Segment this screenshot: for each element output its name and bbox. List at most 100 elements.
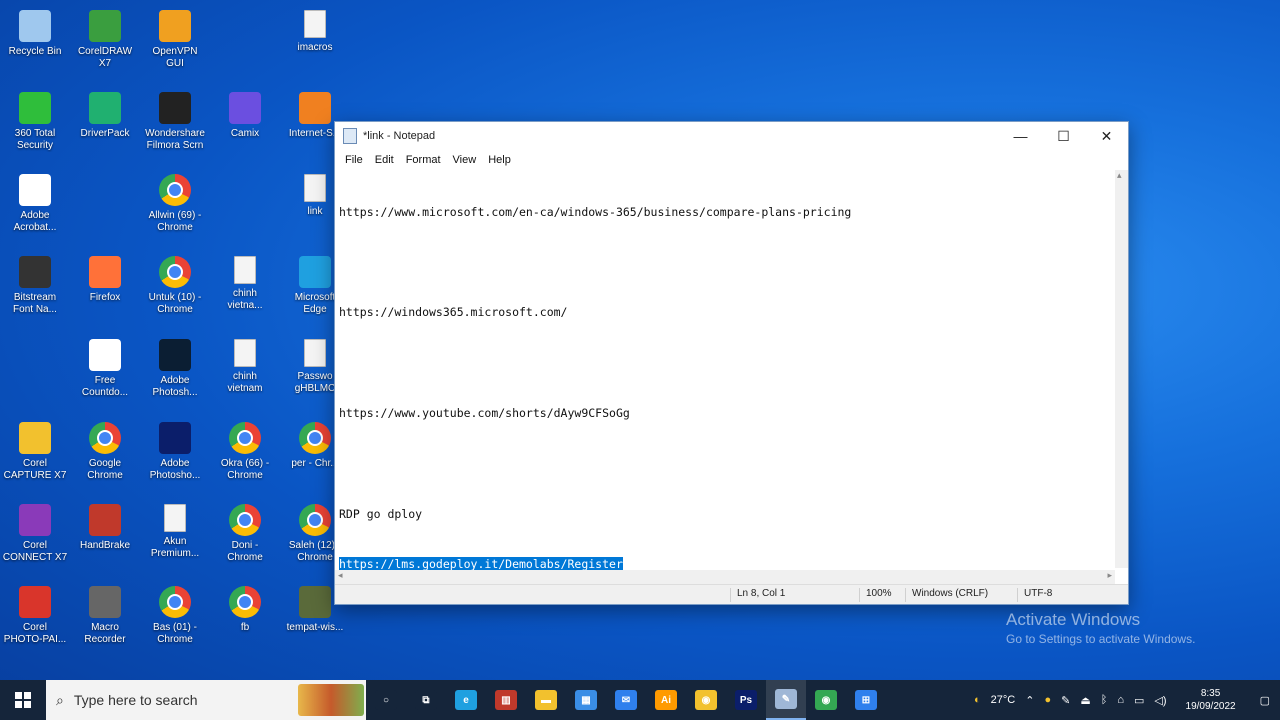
- weather-icon[interactable]: ◐: [969, 694, 986, 706]
- pen-icon[interactable]: ✎: [1056, 694, 1075, 707]
- zoom-level: 100%: [859, 588, 892, 602]
- taskbar-task-view-button[interactable]: ○: [366, 680, 406, 720]
- desktop-icon[interactable]: Akun Premium...: [140, 500, 210, 580]
- document-icon: [304, 174, 326, 202]
- usb-icon[interactable]: ⏏: [1075, 694, 1095, 707]
- desktop-icon[interactable]: Free Countdo...: [70, 335, 140, 415]
- image-icon: [299, 586, 331, 618]
- desktop-icon[interactable]: Bas (01) - Chrome: [140, 582, 210, 662]
- photoshop-icon: [159, 339, 191, 371]
- photoshop-icon: Ps: [735, 690, 757, 710]
- corel-connect-icon: [19, 504, 51, 536]
- desktop-icon[interactable]: Bitstream Font Na...: [0, 252, 70, 332]
- start-button[interactable]: [0, 680, 46, 720]
- desktop-icon[interactable]: Macro Recorder: [70, 582, 140, 662]
- desktop-icon[interactable]: Corel PHOTO-PAI...: [0, 582, 70, 662]
- desktop-icon[interactable]: Okra (66) - Chrome: [210, 418, 280, 498]
- weather-temp[interactable]: 27°C: [986, 694, 1021, 706]
- watermark-subtitle: Go to Settings to activate Windows.: [1006, 632, 1196, 646]
- menu-format[interactable]: Format: [400, 154, 447, 166]
- document-icon: [304, 339, 326, 367]
- search-box[interactable]: ⌕ Type here to search: [46, 680, 366, 720]
- taskbar-network-app-button[interactable]: ⊞: [846, 680, 886, 720]
- desktop-icon[interactable]: chinh vietna...: [210, 252, 280, 332]
- menu-view[interactable]: View: [447, 154, 483, 166]
- taskbar-store-button[interactable]: ▦: [566, 680, 606, 720]
- taskbar-chrome-button[interactable]: ◉: [686, 680, 726, 720]
- close-button[interactable]: ✕: [1085, 122, 1128, 150]
- chrome-icon-2: ◉: [815, 690, 837, 710]
- taskbar-file-explorer-button[interactable]: ▬: [526, 680, 566, 720]
- chevron-up-icon[interactable]: ⌃: [1020, 694, 1039, 707]
- desktop-icon[interactable]: Camix: [210, 88, 280, 168]
- desktop-icon[interactable]: chinh vietnam: [210, 335, 280, 415]
- desktop-icon-label: Google Chrome: [87, 458, 123, 481]
- desktop-icon-label: Adobe Acrobat...: [13, 210, 57, 233]
- desktop-icon[interactable]: Allwin (69) - Chrome: [140, 170, 210, 250]
- vertical-scrollbar[interactable]: [1115, 170, 1128, 568]
- desktop-icon[interactable]: Wondershare Filmora Scrn: [140, 88, 210, 168]
- minimize-button[interactable]: —: [999, 122, 1042, 150]
- driverpack-icon: [89, 92, 121, 124]
- battery-icon[interactable]: ▭: [1129, 694, 1149, 707]
- desktop-icon[interactable]: Corel CAPTURE X7: [0, 418, 70, 498]
- notification-icon[interactable]: ▢: [1250, 694, 1280, 707]
- desktop-icon[interactable]: Google Chrome: [70, 418, 140, 498]
- text-line: https://windows365.microsoft.com/: [339, 305, 568, 320]
- desktop-icon[interactable]: Corel CONNECT X7: [0, 500, 70, 580]
- notepad-window[interactable]: *link - Notepad — ☐ ✕ File Edit Format V…: [334, 121, 1129, 605]
- desktop-icon[interactable]: Untuk (10) - Chrome: [140, 252, 210, 332]
- maximize-button[interactable]: ☐: [1042, 122, 1085, 150]
- taskbar-photoshop-button[interactable]: Ps: [726, 680, 766, 720]
- desktop-icon-label: Corel CAPTURE X7: [3, 458, 67, 481]
- text-editor[interactable]: https://www.microsoft.com/en-ca/windows-…: [335, 170, 1115, 572]
- horizontal-scrollbar[interactable]: [335, 570, 1115, 584]
- volume-icon[interactable]: ◁): [1149, 694, 1171, 707]
- document-icon: [304, 10, 326, 38]
- chrome-icon: [89, 422, 121, 454]
- network-icon[interactable]: ⌂: [1112, 694, 1129, 706]
- taskbar-app-red-button[interactable]: ▥: [486, 680, 526, 720]
- desktop-icon[interactable]: Adobe Photosho...: [140, 418, 210, 498]
- desktop-icon[interactable]: DriverPack: [70, 88, 140, 168]
- line-ending: Windows (CRLF): [905, 588, 988, 602]
- taskbar-mail-button[interactable]: ✉: [606, 680, 646, 720]
- desktop-icon[interactable]: Firefox: [70, 252, 140, 332]
- desktop-icon[interactable]: HandBrake: [70, 500, 140, 580]
- desktop-icon[interactable]: fb: [210, 582, 280, 662]
- desktop-icon-label: Allwin (69) - Chrome: [148, 210, 202, 233]
- clock[interactable]: 8:35 19/09/2022: [1172, 687, 1250, 713]
- desktop-icon[interactable]: 360 Total Security: [0, 88, 70, 168]
- tray-app-icon[interactable]: ●: [1039, 694, 1056, 706]
- menu-edit[interactable]: Edit: [369, 154, 400, 166]
- desktop-icon[interactable]: Adobe Acrobat...: [0, 170, 70, 250]
- desktop-icon[interactable]: Recycle Bin: [0, 6, 70, 86]
- openvpn-icon: [159, 10, 191, 42]
- desktop-icon-label: Corel PHOTO-PAI...: [3, 622, 67, 645]
- menu-file[interactable]: File: [339, 154, 369, 166]
- desktop-icon[interactable]: Adobe Photosh...: [140, 335, 210, 415]
- menu-help[interactable]: Help: [482, 154, 517, 166]
- desktop-icon-label: Doni - Chrome: [227, 540, 263, 563]
- chrome-icon: [229, 422, 261, 454]
- bluetooth-icon[interactable]: ᛒ: [1096, 694, 1113, 706]
- taskbar-timeline-button[interactable]: ⧉: [406, 680, 446, 720]
- desktop-icon-label: Untuk (10) - Chrome: [148, 292, 202, 315]
- encoding: UTF-8: [1017, 588, 1052, 602]
- desktop-icon[interactable]: CorelDRAW X7: [70, 6, 140, 86]
- cursor-position: Ln 8, Col 1: [730, 588, 785, 602]
- firefox-icon: [89, 256, 121, 288]
- file-explorer-icon: ▬: [535, 690, 557, 710]
- taskbar-edge-button[interactable]: e: [446, 680, 486, 720]
- pinned-apps: ○ ⧉ e ▥ ▬ ▦ ✉ Ai ◉ Ps ✎ ◉ ⊞: [366, 680, 886, 720]
- status-bar: Ln 8, Col 1 100% Windows (CRLF) UTF-8: [335, 584, 1128, 604]
- notepad-title-bar[interactable]: *link - Notepad — ☐ ✕: [335, 122, 1128, 150]
- desktop-icon[interactable]: imacros: [280, 6, 350, 86]
- desktop-icon[interactable]: Doni - Chrome: [210, 500, 280, 580]
- taskbar-notepad-button[interactable]: ✎: [766, 680, 806, 720]
- desktop-icon-label: imacros: [297, 42, 333, 53]
- taskbar-chrome-2-button[interactable]: ◉: [806, 680, 846, 720]
- desktop-icon[interactable]: OpenVPN GUI: [140, 6, 210, 86]
- taskbar-illustrator-button[interactable]: Ai: [646, 680, 686, 720]
- desktop-icon-label: Bitstream Font Na...: [13, 292, 57, 315]
